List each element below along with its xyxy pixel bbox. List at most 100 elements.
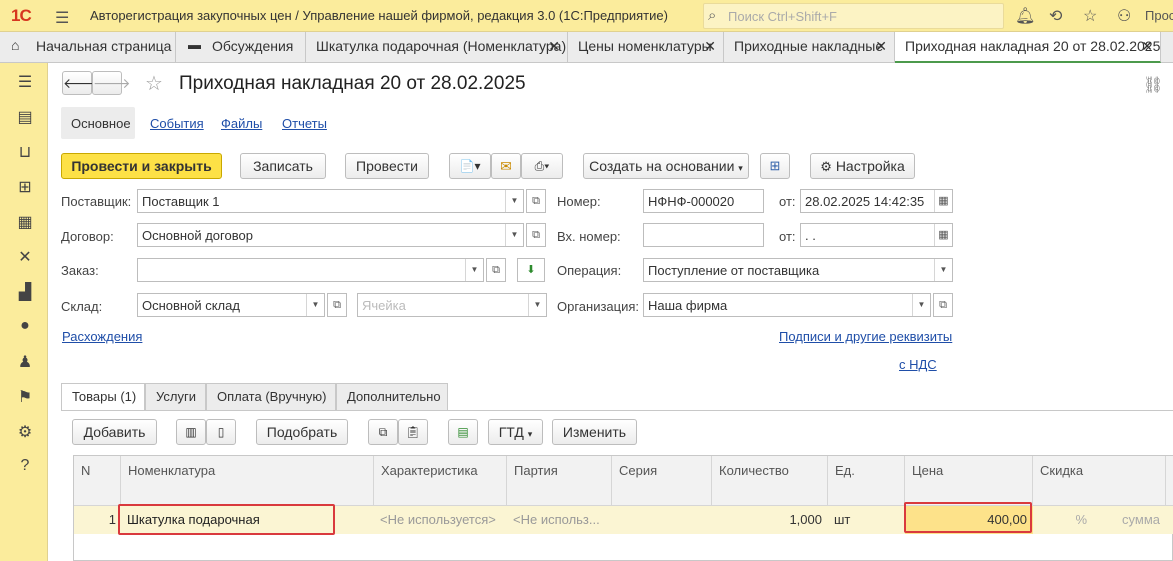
open-warehouse-button[interactable]: ⧉ [327, 293, 347, 317]
menu-icon[interactable]: ☰ [16, 72, 34, 92]
flag-icon[interactable]: ⚑ [16, 387, 34, 407]
grid-icon[interactable]: ▦ [16, 212, 34, 232]
create-based-button[interactable]: Создать на основании ▾ [583, 153, 749, 179]
post-close-button[interactable]: Провести и закрыть [61, 153, 222, 179]
cell-characteristic[interactable]: <Не используется> [374, 506, 507, 534]
scanner-button[interactable]: ▯ [206, 419, 236, 445]
save-button[interactable]: Записать [240, 153, 326, 179]
chevron-down-icon[interactable]: ▼ [505, 190, 523, 212]
section-reports[interactable]: Отчеты [282, 116, 327, 131]
col-series[interactable]: Серия [612, 456, 712, 505]
open-org-button[interactable]: ⧉ [933, 293, 953, 317]
close-icon[interactable]: ✕ [875, 38, 887, 55]
history-icon[interactable]: ⟲ [1049, 6, 1062, 26]
tab-services[interactable]: Услуги [145, 383, 206, 410]
tab-payment[interactable]: Оплата (Вручную) [206, 383, 336, 410]
section-main[interactable]: Основное [61, 107, 135, 139]
operation-field[interactable]: Поступление от поставщика ▼ [643, 258, 953, 282]
help-icon[interactable]: ? [16, 457, 34, 475]
open-order-button[interactable]: ⧉ [486, 258, 506, 282]
tab-invoice-20[interactable]: Приходная накладная 20 от 28.02.2025 ✕ [895, 32, 1161, 63]
col-n[interactable]: N [74, 456, 121, 505]
cell-qty[interactable]: 1,000 [712, 506, 828, 534]
number-field[interactable]: НФНФ-000020 [643, 189, 764, 213]
warehouse-field[interactable]: Основной склад ▼ [137, 293, 325, 317]
in-date-field[interactable]: . . ▦ [800, 223, 953, 247]
order-field[interactable]: ▼ [137, 258, 484, 282]
structure-button[interactable]: ⊞ [760, 153, 790, 179]
chevron-down-icon[interactable]: ▼ [505, 224, 523, 246]
section-events[interactable]: События [150, 116, 204, 131]
tab-home[interactable]: ⌂ Начальная страница [0, 32, 176, 63]
gear-icon[interactable]: ⚙ [16, 422, 34, 442]
chevron-down-icon[interactable]: ▼ [306, 294, 324, 316]
fill-order-button[interactable]: ⬇ [517, 258, 545, 282]
copy-button[interactable]: ⧉ [368, 419, 398, 445]
cell-batch[interactable]: <Не использ... [507, 506, 612, 534]
forward-button[interactable]: 🡒 [92, 71, 131, 95]
user-name[interactable]: Прос [1145, 8, 1173, 23]
fill-table-button[interactable]: ▤ [448, 419, 478, 445]
change-button[interactable]: Изменить [552, 419, 637, 445]
search-box[interactable]: ⌕ Поиск Ctrl+Shift+F [703, 3, 1004, 29]
chevron-down-icon[interactable]: ▼ [934, 259, 952, 281]
date-field[interactable]: 28.02.2025 14:42:35 ▦ [800, 189, 953, 213]
supplier-field[interactable]: Поставщик 1 ▼ [137, 189, 524, 213]
chevron-down-icon[interactable]: ▼ [528, 294, 546, 316]
star-icon[interactable]: ☆ [1083, 6, 1097, 26]
cart-icon[interactable]: ⊞ [16, 177, 34, 197]
cell-field[interactable]: Ячейка ▼ [357, 293, 547, 317]
tab-prices[interactable]: Цены номенклатуры ✕ [568, 32, 724, 63]
discrepancies-link[interactable]: Расхождения [62, 329, 142, 344]
open-supplier-button[interactable]: ⧉ [526, 189, 546, 213]
in-number-field[interactable] [643, 223, 764, 247]
tab-goods[interactable]: Товары (1) [61, 383, 145, 411]
paste-button[interactable]: 📋︎ [398, 419, 428, 445]
basket-icon[interactable]: ⊔ [16, 142, 34, 162]
signatures-link[interactable]: Подписи и другие реквизиты [779, 329, 952, 344]
ruble-icon[interactable]: ● [16, 317, 34, 335]
open-contract-button[interactable]: ⧉ [526, 223, 546, 247]
contract-field[interactable]: Основной договор ▼ [137, 223, 524, 247]
col-qty[interactable]: Количество [712, 456, 828, 505]
user-icon[interactable]: ⚇ [1117, 6, 1131, 26]
close-icon[interactable]: ✕ [1141, 38, 1153, 55]
tools-icon[interactable]: ✕ [16, 247, 34, 267]
cell-discount-sum[interactable]: сумма [1093, 506, 1166, 534]
factory-icon[interactable]: ▟ [16, 282, 34, 302]
pick-button[interactable]: Подобрать [256, 419, 348, 445]
settings-button[interactable]: ⚙ Настройка [810, 153, 915, 179]
tab-item[interactable]: Шкатулка подарочная (Номенклатура) ✕ [306, 32, 568, 63]
cell-series[interactable] [612, 506, 712, 534]
col-characteristic[interactable]: Характеристика [374, 456, 507, 505]
bell-icon[interactable]: 🔔︎ [1015, 6, 1035, 26]
chevron-down-icon[interactable]: ▼ [912, 294, 930, 316]
close-icon[interactable]: ✕ [548, 38, 560, 55]
attach-dropdown-button[interactable]: 📄▾ [449, 153, 491, 179]
calendar-icon[interactable]: ▦ [934, 224, 952, 246]
favorite-star-icon[interactable]: ☆ [145, 71, 163, 96]
contacts-icon[interactable]: ▤ [16, 107, 34, 127]
vat-link[interactable]: с НДС [899, 357, 937, 372]
org-field[interactable]: Наша фирма ▼ [643, 293, 931, 317]
col-batch[interactable]: Партия [507, 456, 612, 505]
close-icon[interactable]: ✕ [704, 38, 716, 55]
chevron-down-icon[interactable]: ▼ [465, 259, 483, 281]
col-discount[interactable]: Скидка [1033, 456, 1166, 505]
calendar-icon[interactable]: ▦ [934, 190, 952, 212]
tab-discussions[interactable]: ▬ Обсуждения [176, 32, 306, 63]
cell-n[interactable]: 1 [74, 506, 121, 534]
menu-icon[interactable]: ☰ [55, 8, 69, 28]
tab-additional[interactable]: Дополнительно [336, 383, 448, 410]
gtd-button[interactable]: ГТД ▾ [488, 419, 543, 445]
link-icon[interactable]: ⛓ [1143, 75, 1163, 95]
section-files[interactable]: Файлы [221, 116, 262, 131]
cell-unit[interactable]: шт [828, 506, 905, 534]
back-button[interactable]: 🡐 [62, 71, 101, 95]
people-icon[interactable]: ♟ [16, 352, 34, 372]
tab-invoices[interactable]: Приходные накладные ✕ [724, 32, 895, 63]
col-unit[interactable]: Ед. [828, 456, 905, 505]
col-price[interactable]: Цена [905, 456, 1033, 505]
cell-discount-percent[interactable]: % [1033, 506, 1093, 534]
print-dropdown-button[interactable]: ⎙▾ [521, 153, 563, 179]
